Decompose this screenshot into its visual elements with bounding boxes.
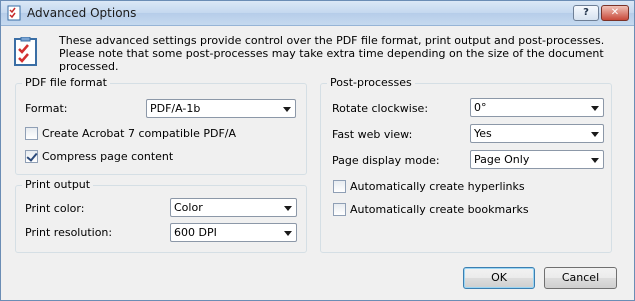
group-title-pdf-format: PDF file format xyxy=(22,76,110,89)
hyperlinks-checkbox[interactable] xyxy=(333,180,346,193)
page-display-mode-select[interactable]: Page Only xyxy=(470,150,604,169)
format-select[interactable]: PDF/A-1b xyxy=(146,99,296,118)
page-display-mode-label: Page display mode: xyxy=(332,154,440,167)
chevron-down-icon xyxy=(591,106,599,111)
bookmarks-label[interactable]: Automatically create bookmarks xyxy=(350,203,529,216)
ok-button[interactable]: OK xyxy=(463,267,535,289)
info-description: These advanced settings provide control … xyxy=(59,34,605,73)
window-title: Advanced Options xyxy=(27,6,137,20)
acrobat7-label[interactable]: Create Acrobat 7 compatible PDF/A xyxy=(42,127,236,140)
format-label: Format: xyxy=(25,102,68,115)
checklist-icon xyxy=(14,37,37,66)
group-title-print-output: Print output xyxy=(22,178,94,191)
chevron-down-icon xyxy=(284,231,292,236)
title-bar[interactable]: Advanced Options ? ✕ xyxy=(1,1,634,26)
rotate-label: Rotate clockwise: xyxy=(332,102,429,115)
chevron-down-icon xyxy=(591,158,599,163)
hyperlinks-label[interactable]: Automatically create hyperlinks xyxy=(350,180,525,193)
help-button[interactable]: ? xyxy=(573,5,599,21)
bookmarks-checkbox[interactable] xyxy=(333,203,346,216)
print-color-label: Print color: xyxy=(25,202,85,215)
chevron-down-icon xyxy=(284,206,292,211)
fast-web-view-select[interactable]: Yes xyxy=(470,124,604,143)
group-title-post-processes: Post-processes xyxy=(327,76,415,89)
acrobat7-checkbox[interactable] xyxy=(25,127,38,140)
cancel-button[interactable]: Cancel xyxy=(544,267,617,289)
print-resolution-select[interactable]: 600 DPI xyxy=(170,223,297,242)
print-resolution-label: Print resolution: xyxy=(25,226,113,239)
compress-label[interactable]: Compress page content xyxy=(42,150,173,163)
checklist-icon xyxy=(7,5,21,21)
chevron-down-icon xyxy=(283,107,291,112)
print-output-group: Print output xyxy=(15,178,307,253)
close-button[interactable]: ✕ xyxy=(601,5,629,21)
print-color-select[interactable]: Color xyxy=(170,198,297,217)
advanced-options-dialog: Advanced Options ? ✕ These advanced sett… xyxy=(0,0,635,301)
compress-checkbox[interactable] xyxy=(25,150,38,163)
fast-web-view-label: Fast web view: xyxy=(332,128,413,141)
chevron-down-icon xyxy=(591,132,599,137)
rotate-select[interactable]: 0° xyxy=(470,98,604,117)
